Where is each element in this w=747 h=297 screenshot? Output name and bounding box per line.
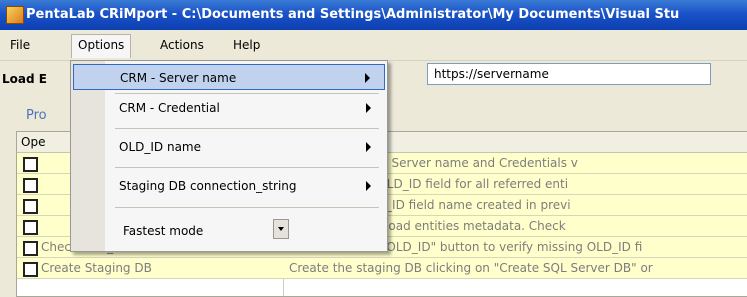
- submenu-arrow-icon: [366, 181, 371, 191]
- menu-item-label: CRM - Server name: [120, 71, 237, 85]
- options-menu: CRM - Server name CRM - Credential OLD_I…: [70, 60, 388, 252]
- row-checkbox[interactable]: [23, 220, 38, 235]
- mode-value: Fastest mode: [123, 224, 204, 238]
- column-header-operation[interactable]: Ope: [21, 135, 45, 149]
- submenu-arrow-icon: [365, 73, 370, 83]
- table-row[interactable]: Create Staging DB Create the staging DB …: [17, 258, 747, 279]
- title-bar: PentaLab CRiMport - C:\Documents and Set…: [0, 0, 747, 30]
- operation-cell: Create Staging DB: [41, 261, 152, 275]
- tab-process[interactable]: Pro: [26, 108, 47, 123]
- window-title: PentaLab CRiMport - C:\Documents and Set…: [26, 7, 680, 22]
- menu-bar: File Options Actions Help: [0, 30, 747, 61]
- row-checkbox[interactable]: [23, 178, 38, 193]
- menu-item-crm-credential[interactable]: CRM - Credential: [73, 95, 385, 121]
- menu-help[interactable]: Help: [227, 35, 266, 55]
- menu-separator: [115, 167, 379, 168]
- menu-item-old-id-name[interactable]: OLD_ID name: [73, 134, 385, 160]
- mode-selector[interactable]: Fastest mode: [73, 213, 385, 247]
- chevron-down-icon[interactable]: [273, 219, 289, 239]
- row-checkbox[interactable]: [23, 262, 38, 277]
- menu-item-staging-db-connection[interactable]: Staging DB connection_string: [73, 173, 385, 199]
- server-url-field[interactable]: https://servername: [427, 63, 711, 85]
- menu-actions[interactable]: Actions: [154, 35, 210, 55]
- load-label: Load E: [2, 72, 47, 86]
- menu-item-label: OLD_ID name: [119, 140, 201, 154]
- menu-file[interactable]: File: [4, 35, 36, 55]
- menu-options[interactable]: Options: [71, 34, 132, 58]
- menu-item-label: Staging DB connection_string: [119, 179, 297, 193]
- menu-separator: [115, 207, 379, 208]
- row-checkbox[interactable]: [23, 199, 38, 214]
- menu-separator: [115, 93, 379, 94]
- submenu-arrow-icon: [366, 103, 371, 113]
- row-checkbox[interactable]: [23, 241, 38, 256]
- menu-item-crm-server-name[interactable]: CRM - Server name: [73, 64, 385, 90]
- submenu-arrow-icon: [366, 142, 371, 152]
- menu-item-label: CRM - Credential: [119, 101, 220, 115]
- menu-separator: [115, 128, 379, 129]
- app-icon: [6, 6, 24, 24]
- row-checkbox[interactable]: [23, 157, 38, 172]
- description-cell: Create the staging DB clicking on "Creat…: [289, 261, 653, 275]
